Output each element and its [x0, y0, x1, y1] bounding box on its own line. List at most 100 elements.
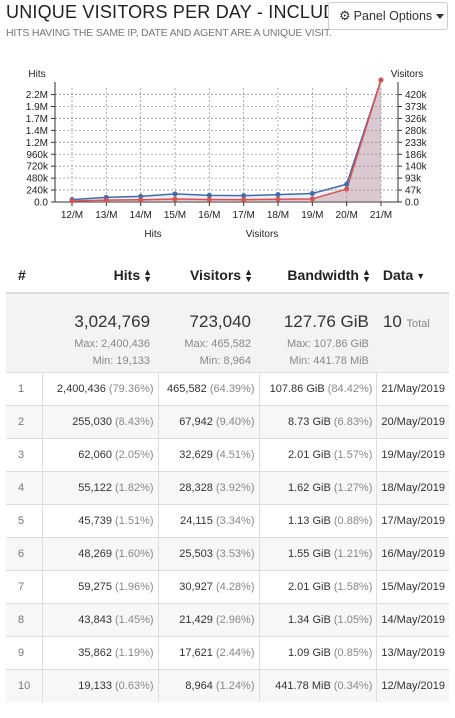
visitors-line — [71, 79, 382, 201]
hits-point — [378, 77, 384, 83]
visitors-point — [172, 191, 178, 197]
row-visitors: 67,942 (9.40%) — [157, 404, 259, 438]
summary-hits-min: Min: 19,133 — [92, 355, 151, 367]
row-visitors-pct: (2.96%) — [215, 613, 255, 626]
table-body: 1 2,400,436 (79.36%) 465,582 (64.39%) 107.8… — [6, 371, 449, 702]
row-visitors-pct: (4.51%) — [215, 448, 255, 461]
row-bandwidth: 1.55 GiB (1.21%) — [258, 536, 377, 570]
row-bandwidth-pct: (1.27%) — [333, 481, 373, 494]
right-tick-label: 140k — [405, 162, 428, 173]
sort-icon: ▲ ▼ — [143, 267, 153, 285]
summary-visitors: 723,040 Max: 465,582 Min: 8,964 — [158, 293, 259, 373]
hits-point — [344, 186, 350, 192]
row-visitors: 465,582 (64.39%) — [157, 371, 259, 405]
x-tick-label: 14/M — [130, 210, 152, 221]
left-axis-label: Hits — [28, 69, 45, 80]
caret-down-icon — [436, 13, 445, 19]
row-hits-pct: (1.19%) — [115, 646, 154, 659]
row-date: 14/May/2019 — [376, 602, 449, 636]
row-hits-pct: (1.51%) — [115, 514, 154, 527]
summary-visitors-total: 723,040 — [189, 312, 251, 331]
row-hits: 19,133 (0.63%) — [42, 668, 159, 702]
sort-desc-icon: ▼ — [416, 270, 426, 281]
panel-options-button[interactable]: ⚙ Panel Options — [328, 2, 448, 30]
row-number: 5 — [6, 503, 43, 537]
row-bandwidth: 8.73 GiB (6.83%) — [258, 404, 377, 438]
col-header-visitors[interactable]: Visitors ▲ ▼ — [158, 258, 259, 294]
x-tick-label: 19/M — [301, 210, 323, 221]
table-row[interactable]: 3 62,060 (2.05%) 32,629 (4.51%) 2.01 GiB (1… — [6, 437, 449, 471]
hits-point — [103, 197, 109, 203]
table-row[interactable]: 10 19,133 (0.63%) 8,964 (1.24%) 441.78 MiB … — [6, 668, 449, 702]
row-visitors: 28,328 (3.92%) — [157, 470, 259, 504]
row-bandwidth-pct: (0.34%) — [333, 679, 373, 692]
row-hits: 43,843 (1.45%) — [42, 602, 159, 636]
hits-point — [69, 198, 75, 204]
table-row[interactable]: 2 255,030 (8.43%) 67,942 (9.40%) 8.73 GiB (… — [6, 404, 449, 438]
right-tick-label: 233k — [405, 138, 428, 149]
row-visitors: 17,621 (2.44%) — [157, 635, 259, 669]
left-tick-label: 240k — [26, 186, 49, 197]
hits-point — [172, 196, 178, 202]
row-bandwidth: 441.78 MiB (0.34%) — [258, 668, 377, 702]
row-hits: 35,862 (1.19%) — [42, 635, 159, 669]
table-row[interactable]: 4 55,122 (1.82%) 28,328 (3.92%) 1.62 GiB (1… — [6, 470, 449, 504]
right-axis-label: Visitors — [391, 69, 424, 80]
left-tick-label: 1.4M — [26, 126, 48, 137]
summary-data: 10 Total — [376, 293, 449, 373]
row-bandwidth-pct: (84.42%) — [327, 382, 373, 395]
row-date: 20/May/2019 — [376, 404, 449, 438]
left-tick-label: 720k — [26, 162, 49, 173]
row-visitors: 24,115 (3.34%) — [157, 503, 259, 537]
right-tick-label: 373k — [405, 102, 428, 113]
x-tick-label: 16/M — [198, 210, 220, 221]
summary-data-total-label: Total — [406, 318, 430, 330]
col-header-data[interactable]: Data ▼ — [376, 258, 449, 294]
table-row[interactable]: 7 59,275 (1.96%) 30,927 (4.28%) 2.01 GiB (1… — [6, 569, 449, 603]
visitors-point — [275, 192, 281, 198]
table-row[interactable]: 1 2,400,436 (79.36%) 465,582 (64.39%) 107.8… — [6, 371, 449, 405]
gear-icon: ⚙ — [339, 8, 351, 23]
row-date: 12/May/2019 — [376, 668, 449, 702]
table-row[interactable]: 6 48,269 (1.60%) 25,503 (3.53%) 1.55 GiB (1… — [6, 536, 449, 570]
row-visitors: 21,429 (2.96%) — [157, 602, 259, 636]
right-tick-label: 186k — [405, 150, 428, 161]
legend-hits: Hits — [144, 229, 161, 240]
row-hits-pct: (8.43%) — [115, 415, 154, 428]
row-hits-pct: (79.36%) — [108, 382, 154, 395]
row-date: 21/May/2019 — [376, 371, 449, 405]
hits-area — [72, 80, 381, 202]
row-hits: 62,060 (2.05%) — [42, 437, 159, 471]
panel-subtitle: HITS HAVING THE SAME IP, DATE AND AGENT … — [6, 27, 332, 39]
x-tick-label: 13/M — [95, 210, 117, 221]
row-number: 3 — [6, 437, 43, 471]
summary-bandwidth: 127.76 GiB Max: 107.86 GiB Min: 441.78 Mi… — [259, 293, 377, 373]
row-bandwidth: 107.86 GiB (84.42%) — [258, 371, 377, 405]
summary-hits: 3,024,769 Max: 2,400,436 Min: 19,133 — [42, 293, 159, 373]
table-row[interactable]: 8 43,843 (1.45%) 21,429 (2.96%) 1.34 GiB (1… — [6, 602, 449, 636]
col-header-hits[interactable]: Hits ▲ ▼ — [42, 258, 159, 294]
row-number: 4 — [6, 470, 43, 504]
left-tick-label: 1.2M — [26, 138, 48, 149]
row-bandwidth: 1.62 GiB (1.27%) — [258, 470, 377, 504]
summary-row: 3,024,769 Max: 2,400,436 Min: 19,133 723,… — [6, 293, 449, 373]
row-hits: 255,030 (8.43%) — [42, 404, 159, 438]
row-bandwidth: 2.01 GiB (1.58%) — [258, 569, 377, 603]
table-row[interactable]: 9 35,862 (1.19%) 17,621 (2.44%) 1.09 GiB (0… — [6, 635, 449, 669]
row-visitors-pct: (9.40%) — [215, 415, 255, 428]
summary-data-total: 10 — [382, 312, 402, 331]
row-bandwidth-pct: (1.05%) — [333, 613, 373, 626]
hits-point — [275, 196, 281, 202]
summary-hits-max: Max: 2,400,436 — [74, 338, 151, 350]
row-visitors-pct: (1.24%) — [215, 679, 255, 692]
summary-visitors-max: Max: 465,582 — [184, 338, 251, 350]
x-tick-label: 21/M — [370, 210, 392, 221]
right-tick-label: 0.0 — [405, 198, 419, 209]
col-header-bandwidth[interactable]: Bandwidth ▲ ▼ — [259, 258, 377, 294]
right-tick-label: 47k — [405, 186, 422, 197]
row-visitors-pct: (64.39%) — [209, 382, 255, 395]
left-tick-label: 2.2M — [26, 90, 48, 101]
table-row[interactable]: 5 45,739 (1.51%) 24,115 (3.34%) 1.13 GiB (0… — [6, 503, 449, 537]
summary-empty — [6, 293, 43, 373]
hits-line — [71, 79, 382, 202]
